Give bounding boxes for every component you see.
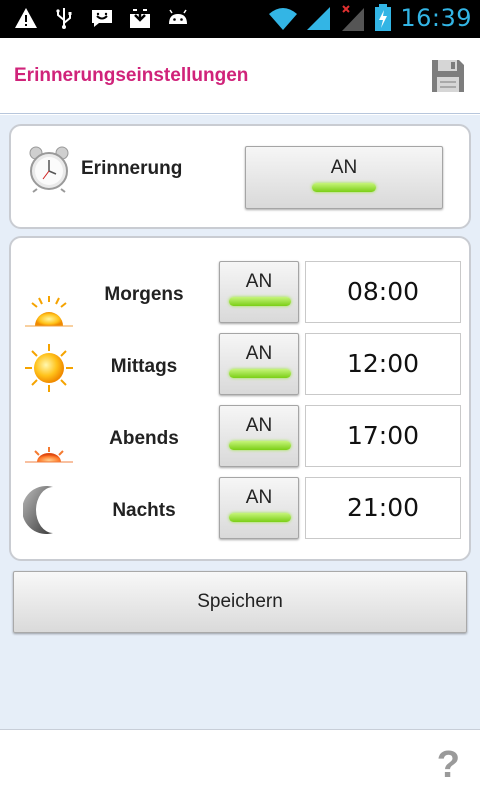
chat-icon — [92, 10, 112, 27]
toggle-indicator — [229, 369, 291, 378]
sunrise-icon — [25, 296, 73, 327]
toggle-label: AN — [245, 415, 273, 436]
signal-no-service-icon — [342, 5, 365, 31]
wifi-icon — [269, 8, 298, 30]
evening-label: Abends — [109, 428, 179, 449]
reminder-label: Erinnerung — [81, 158, 183, 179]
sunset-icon — [25, 447, 73, 463]
reminder-toggle[interactable]: AN — [245, 146, 443, 209]
toggle-label: AN — [245, 271, 273, 292]
morning-label: Morgens — [104, 284, 184, 305]
help-button[interactable]: ? — [437, 744, 460, 787]
toggle-indicator — [312, 183, 376, 192]
signal-icon — [307, 7, 331, 30]
notification-icons — [14, 6, 190, 30]
night-label: Nachts — [112, 500, 176, 521]
noon-label: Mittags — [110, 356, 178, 377]
noon-time[interactable]: 12:00 — [305, 333, 461, 395]
night-time[interactable]: 21:00 — [305, 477, 461, 539]
save-icon[interactable] — [430, 58, 466, 94]
sun-icon — [25, 344, 73, 392]
evening-toggle[interactable]: AN — [219, 405, 299, 467]
usb-icon — [56, 8, 72, 29]
battery-charging-icon — [375, 4, 392, 31]
night-toggle[interactable]: AN — [219, 477, 299, 539]
clock: 16:39 — [400, 4, 472, 32]
save-button[interactable]: Speichern — [13, 571, 467, 633]
evening-time[interactable]: 17:00 — [305, 405, 461, 467]
toggle-indicator — [229, 513, 291, 522]
page-title: Erinnerungseinstellungen — [14, 65, 249, 86]
footer-bar: ? — [0, 729, 480, 800]
settings-content: Erinnerung AN Morgens AN 08:00 Mittags A… — [0, 115, 480, 729]
toggle-label: AN — [245, 487, 273, 508]
morning-time[interactable]: 08:00 — [305, 261, 461, 323]
reminder-panel: Erinnerung AN — [9, 124, 471, 229]
warning-icon — [15, 8, 37, 28]
noon-toggle[interactable]: AN — [219, 333, 299, 395]
times-panel: Morgens AN 08:00 Mittags AN 12:00 Abends… — [9, 236, 471, 561]
toggle-indicator — [229, 297, 291, 306]
system-icons: 16:39 — [268, 4, 472, 32]
android-icon — [169, 9, 187, 24]
status-bar: 16:39 — [0, 0, 480, 38]
toggle-indicator — [229, 441, 291, 450]
toggle-label: AN — [245, 343, 273, 364]
toggle-label: AN — [330, 157, 358, 178]
moon-icon — [23, 486, 53, 534]
morning-toggle[interactable]: AN — [219, 261, 299, 323]
action-bar: Erinnerungseinstellungen — [0, 38, 480, 114]
download-icon — [130, 8, 150, 28]
alarm-clock-icon — [29, 146, 69, 193]
